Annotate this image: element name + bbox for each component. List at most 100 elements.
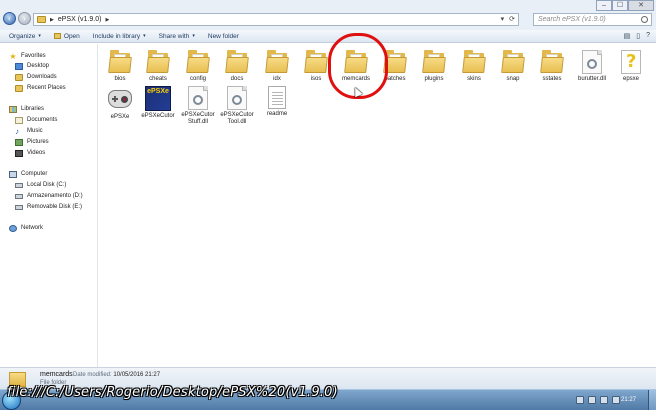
folder-icon bbox=[108, 50, 132, 74]
gamepad-icon bbox=[108, 90, 132, 108]
sidebar-item-videos[interactable]: Videos bbox=[15, 148, 45, 158]
address-bar[interactable]: ▶ ePSX (v1.9.0) ▶ ▾ ⟳ bbox=[33, 13, 519, 26]
system-tray bbox=[576, 396, 620, 404]
folder-cheats[interactable]: cheats bbox=[137, 50, 179, 83]
network-tray-icon[interactable] bbox=[612, 396, 620, 404]
sidebar-item-computer[interactable]: Computer bbox=[9, 169, 47, 179]
address-path-segment[interactable]: ePSX (v1.9.0) bbox=[58, 16, 102, 23]
file-epsxecutor[interactable]: ePSXe ePSXeCutor bbox=[137, 86, 179, 120]
sidebar-item-documents[interactable]: Documents bbox=[15, 115, 57, 125]
sidebar-item-music[interactable]: ♪ Music bbox=[15, 126, 43, 136]
tray-icon[interactable] bbox=[588, 396, 596, 404]
include-in-library-label: Include in library bbox=[92, 32, 141, 40]
address-dropdown-icon[interactable]: ▾ bbox=[501, 15, 505, 23]
taskbar-clock[interactable]: 21:27 bbox=[621, 397, 636, 403]
folder-icon bbox=[53, 33, 61, 39]
search-input[interactable]: Search ePSX (v1.9.0) bbox=[533, 13, 652, 26]
sidebar-label: Pictures bbox=[27, 139, 49, 145]
chevron-right-icon[interactable]: ▶ bbox=[105, 17, 109, 23]
details-name: memcards bbox=[40, 371, 73, 378]
videos-icon bbox=[15, 149, 23, 157]
open-button[interactable]: Open bbox=[53, 32, 80, 40]
sidebar-label: Network bbox=[21, 225, 44, 231]
minimize-button[interactable]: – bbox=[596, 0, 612, 11]
volume-icon[interactable] bbox=[600, 396, 608, 404]
dll-file-icon bbox=[582, 50, 602, 74]
pictures-icon bbox=[15, 138, 23, 146]
file-readme[interactable]: readme bbox=[256, 86, 298, 118]
music-icon: ♪ bbox=[15, 126, 19, 136]
sidebar-item-favorites[interactable]: ★ Favorites bbox=[9, 51, 45, 61]
chevron-right-icon[interactable]: ▶ bbox=[50, 17, 54, 23]
close-button[interactable]: ✕ bbox=[628, 0, 654, 11]
sidebar-label: Recent Places bbox=[27, 85, 66, 91]
view-tools: ▤ ▯ ? bbox=[624, 32, 650, 40]
sidebar-label: Downloads bbox=[27, 74, 57, 80]
recent-places-icon bbox=[15, 84, 23, 92]
sidebar-item-libraries[interactable]: Libraries bbox=[9, 104, 44, 114]
forward-button[interactable]: › bbox=[18, 12, 31, 25]
sidebar-item-armazenamento[interactable]: Armazenamento (D:) bbox=[15, 191, 83, 201]
folder-plugins[interactable]: plugins bbox=[413, 50, 455, 83]
network-icon bbox=[9, 224, 17, 232]
organize-button[interactable]: Organize ▾ bbox=[9, 33, 41, 40]
hard-drive-icon bbox=[15, 182, 23, 188]
search-icon[interactable] bbox=[641, 16, 648, 23]
details-date-modified: Date modified: 10/05/2016 21:27 bbox=[73, 372, 160, 378]
new-folder-button[interactable]: New folder bbox=[208, 33, 239, 40]
date-modified-label: Date modified: bbox=[73, 372, 112, 378]
sidebar-item-removable-disk[interactable]: Removable Disk (E:) bbox=[15, 202, 82, 212]
file-path-overlay: file:///C:/Users/Rogerio/Desktop/ePSX%20… bbox=[7, 385, 338, 400]
sidebar-label: Libraries bbox=[21, 106, 45, 112]
sidebar-item-desktop[interactable]: Desktop bbox=[15, 61, 49, 71]
folder-icon bbox=[37, 16, 46, 23]
removable-drive-icon bbox=[15, 204, 23, 210]
file-epsxecutor-tool-dll[interactable]: ePSXeCutor Tool.dll bbox=[216, 86, 258, 126]
chevron-down-icon: ▾ bbox=[192, 33, 195, 39]
folder-icon bbox=[501, 50, 525, 74]
folder-icon bbox=[304, 50, 328, 74]
view-options-icon[interactable]: ▤ bbox=[624, 32, 631, 40]
sidebar-label: Removable Disk (E:) bbox=[27, 204, 83, 210]
folder-docs[interactable]: docs bbox=[216, 50, 258, 83]
help-icon[interactable]: ? bbox=[646, 32, 650, 40]
navigation-buttons: ‹ › ▾ bbox=[3, 12, 37, 25]
include-in-library-button[interactable]: Include in library ▾ bbox=[93, 33, 146, 40]
title-bar: – ☐ ✕ ‹ › ▾ ▶ ePSX (v1.9.0) ▶ ▾ ⟳ Search… bbox=[0, 0, 656, 30]
share-with-button[interactable]: Share with ▾ bbox=[159, 33, 195, 40]
sidebar-item-pictures[interactable]: Pictures bbox=[15, 137, 49, 147]
maximize-button[interactable]: ☐ bbox=[612, 0, 628, 11]
folder-sstates[interactable]: sstates bbox=[531, 50, 573, 83]
address-actions: ▾ ⟳ bbox=[501, 15, 515, 23]
hard-drive-icon bbox=[15, 193, 23, 199]
back-button[interactable]: ‹ bbox=[3, 12, 16, 25]
share-with-label: Share with bbox=[158, 32, 190, 40]
text-file-icon bbox=[268, 86, 286, 109]
file-epsxe-config[interactable]: ? epsxe bbox=[610, 50, 652, 83]
sidebar-label: Armazenamento (D:) bbox=[27, 193, 83, 199]
organize-label: Organize bbox=[9, 32, 36, 40]
folder-icon bbox=[186, 50, 210, 74]
open-label: Open bbox=[63, 32, 80, 40]
date-modified-value: 10/05/2016 21:27 bbox=[113, 372, 161, 378]
refresh-icon[interactable]: ⟳ bbox=[509, 15, 515, 23]
show-desktop-button[interactable] bbox=[648, 390, 656, 410]
sidebar-item-network[interactable]: Network bbox=[9, 223, 43, 233]
sidebar-label: Music bbox=[27, 128, 43, 134]
navigation-pane: ★ Favorites Desktop Downloads Recent Plac… bbox=[0, 44, 98, 367]
epsxecutor-app-icon: ePSXe bbox=[145, 86, 171, 111]
dll-file-icon bbox=[188, 86, 208, 110]
file-label: readme bbox=[266, 111, 288, 117]
unknown-file-icon: ? bbox=[621, 50, 641, 74]
folder-icon bbox=[225, 50, 249, 74]
sidebar-item-downloads[interactable]: Downloads bbox=[15, 72, 57, 82]
dll-file-icon bbox=[227, 86, 247, 110]
sidebar-item-local-disk[interactable]: Local Disk (C:) bbox=[15, 180, 66, 190]
sidebar-label: Videos bbox=[27, 150, 46, 156]
tray-icon[interactable] bbox=[576, 396, 584, 404]
computer-icon bbox=[9, 170, 17, 178]
preview-pane-icon[interactable]: ▯ bbox=[636, 32, 640, 40]
sidebar-label: Documents bbox=[27, 117, 58, 123]
folder-icon bbox=[540, 50, 564, 74]
sidebar-item-recent-places[interactable]: Recent Places bbox=[15, 83, 66, 93]
